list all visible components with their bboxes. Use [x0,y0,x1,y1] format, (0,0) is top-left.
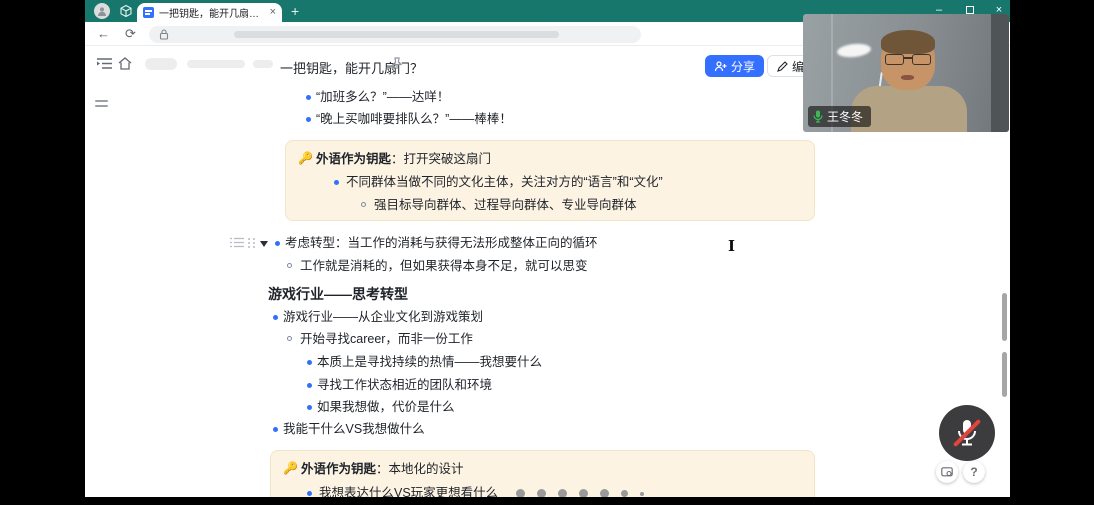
doc-favicon [143,7,154,18]
bullet-icon [306,95,311,100]
doc-sub-bullet-line[interactable]: 开始寻找career，而非一份工作 [300,331,473,347]
screen-camera-button[interactable] [936,461,958,483]
lock-icon [159,29,169,40]
callout-block[interactable]: 🔑 外语作为钥匙：打开突破这扇门 不同群体当做不同的文化主体，关注对方的“语言”… [285,140,815,221]
profile-avatar[interactable] [94,3,110,19]
ceiling-light-reflection [836,42,871,58]
callout-title-rest: ：打开突破这扇门 [391,152,491,166]
mic-on-icon [813,110,823,123]
sidebar-toggle-icon[interactable] [97,57,112,70]
doc-bullet-line[interactable]: 游戏行业——从企业文化到游戏策划 [283,309,483,325]
bullet-text: 强目标导向群体、过程导向群体、专业导向群体 [374,198,637,212]
drag-handle-icon[interactable] [248,238,256,248]
breadcrumb-redacted [145,58,177,70]
bullet-text: “加班多么？”——达咩！ [316,90,449,104]
bullet-icon [273,315,278,320]
video-frame: 一把钥匙，能开几扇门？ - 飞书云… × + – × ← ⟳ [0,0,1094,505]
key-emoji-icon: 🔑 [298,151,313,165]
url-redacted [234,31,559,38]
participant-name: 王冬冬 [827,108,863,125]
person-mouth [901,75,914,80]
new-tab-button[interactable]: + [291,3,299,19]
share-person-icon [714,61,727,72]
doc-bullet-line[interactable]: “加班多么？”——达咩！ [316,89,449,105]
bullet-text: 考虑转型：当工作的消耗与获得无法形成整体正向的循环 [285,236,598,250]
participant-name-tag: 王冬冬 [808,106,871,127]
breadcrumb-redacted [253,60,273,68]
bullet-icon [273,427,278,432]
bullet-icon [307,405,312,410]
share-button[interactable]: 分享 [705,55,764,77]
redacted-dots [516,489,644,497]
workspace-cube-icon[interactable] [119,4,133,18]
reload-icon[interactable]: ⟳ [125,26,136,42]
person-hair [881,30,935,54]
doc-bullet-line[interactable]: 考虑转型：当工作的消耗与获得无法形成整体正向的循环 [285,235,598,251]
scrollbar-thumb[interactable] [1002,293,1007,341]
tab-title: 一把钥匙，能开几扇门？ - 飞书云… [159,5,265,20]
outline-toggle-icon[interactable] [95,100,111,114]
pencil-icon [777,61,788,72]
callout-title: 外语作为钥匙：打开突破这扇门 [316,151,491,167]
doc-bullet-line[interactable]: 如果我想做，代价是什么 [317,399,455,415]
list-format-icon[interactable] [230,237,244,248]
bullet-text: 工作就是消耗的，但如果获得本身不足，就可以思变 [300,259,588,273]
callout-title-bold: 外语作为钥匙 [301,462,376,476]
bullet-text: “晚上买咖啡要排队么？”——棒棒！ [316,112,512,126]
bullet-text: 如果我想做，代价是什么 [317,400,455,414]
doc-bullet-line[interactable]: “晚上买咖啡要排队么？”——棒棒！ [316,111,512,127]
doc-bullet-line[interactable]: 我能干什么VS我想做什么 [283,421,425,437]
browser-tab[interactable]: 一把钥匙，能开几扇门？ - 飞书云… × [137,3,282,22]
glasses [885,54,931,65]
person-icon [97,6,107,16]
hollow-bullet-icon [287,263,292,268]
bullet-icon [307,491,312,496]
bullet-icon [307,383,312,388]
callout-sub-bullet: 强目标导向群体、过程导向群体、专业导向群体 [374,197,637,213]
bullet-text: 我想表达什么VS玩家更想看什么 [319,486,498,497]
breadcrumb-redacted [187,60,245,68]
key-emoji-icon: 🔑 [283,461,298,475]
callout-title-rest: ：本地化的设计 [376,462,464,476]
pin-icon[interactable] [391,57,403,70]
mic-muted-button[interactable] [939,405,995,461]
maximize-icon [966,6,974,14]
hollow-bullet-icon [287,336,292,341]
callout-title: 外语作为钥匙：本地化的设计 [301,461,464,477]
hollow-bullet-icon [361,202,366,207]
help-button[interactable]: ? [963,461,985,483]
callout-block[interactable]: 🔑 外语作为钥匙：本地化的设计 我想表达什么VS玩家更想看什么 [270,450,815,497]
doc-bullet-line[interactable]: 寻找工作状态相近的团队和环境 [317,377,492,393]
background-pillar [991,14,1009,132]
question-mark-icon: ? [970,465,977,479]
bullet-text: 游戏行业——从企业文化到游戏策划 [283,310,483,324]
bullet-icon [306,117,311,122]
bullet-text: 寻找工作状态相近的团队和环境 [317,378,492,392]
webcam-video[interactable]: 王冬冬 [803,14,1009,132]
tab-close-icon[interactable]: × [270,7,276,18]
back-icon[interactable]: ← [97,26,110,41]
home-icon[interactable] [118,57,132,70]
bullet-text: 本质上是寻找持续的热情——我想要什么 [317,355,542,369]
url-bar[interactable] [149,26,641,43]
text-cursor: I [728,237,735,255]
callout-title-bold: 外语作为钥匙 [316,152,391,166]
scrollbar-thumb[interactable] [1002,352,1007,397]
share-label: 分享 [731,58,755,75]
doc-sub-bullet-line[interactable]: 工作就是消耗的，但如果获得本身不足，就可以思变 [300,258,588,274]
callout-bullet: 我想表达什么VS玩家更想看什么 [319,485,644,497]
doc-bullet-line[interactable]: 本质上是寻找持续的热情——我想要什么 [317,354,542,370]
bullet-icon [307,360,312,365]
section-heading[interactable]: 游戏行业——思考转型 [268,286,408,302]
bullet-text: 不同群体当做不同的文化主体，关注对方的“语言”和“文化” [346,175,663,189]
callout-bullet: 不同群体当做不同的文化主体，关注对方的“语言”和“文化” [346,174,663,190]
bullet-text: 开始寻找career，而非一份工作 [300,332,473,346]
bullet-text: 我能干什么VS我想做什么 [283,422,425,436]
collapse-arrow-icon[interactable] [260,241,268,247]
screen-camera-icon [941,467,953,478]
block-hover-toolbar[interactable] [230,237,256,248]
bullet-icon [334,180,339,185]
bullet-icon [275,241,280,246]
